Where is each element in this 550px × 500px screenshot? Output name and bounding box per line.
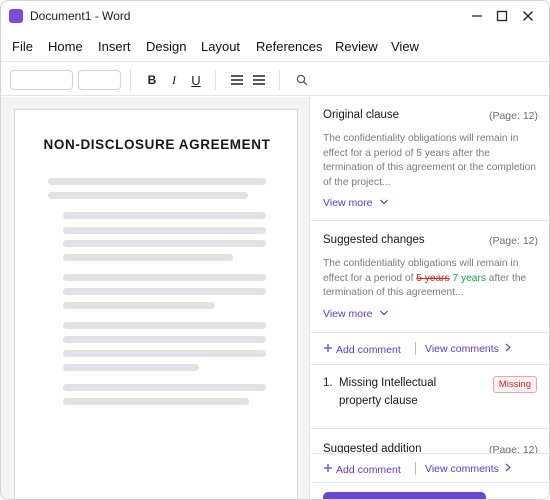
card-divider [311, 220, 549, 221]
card-divider [311, 364, 549, 365]
card-divider [311, 428, 549, 429]
plus-icon [324, 464, 332, 472]
menu-view[interactable]: View [391, 39, 419, 54]
text-placeholder-line [63, 254, 233, 261]
text-placeholder-line [63, 322, 266, 329]
text-placeholder-line [63, 227, 266, 234]
document-canvas[interactable]: NON-DISCLOSURE AGREEMENT [1, 97, 310, 499]
view-comments-button[interactable]: View comments [425, 343, 512, 355]
text-placeholder-line [48, 192, 248, 199]
toolbar-divider [215, 70, 216, 90]
view-more-link[interactable]: View more [323, 197, 389, 209]
text-placeholder-line [63, 398, 249, 405]
menu-file[interactable]: File [12, 39, 33, 54]
menu-layout[interactable]: Layout [201, 39, 240, 54]
add-comment-label: Add comment [336, 464, 401, 476]
minimize-icon[interactable] [467, 6, 487, 26]
view-comments-label: View comments [425, 343, 499, 355]
view-comments-label: View comments [425, 463, 499, 475]
chevron-down-icon [380, 199, 389, 205]
page-reference: (Page: 12) [488, 235, 538, 247]
plus-icon [324, 344, 332, 352]
word-window: Document1 - Word File Home Insert Design… [0, 0, 550, 500]
action-separator [415, 342, 416, 355]
menu-bar: File Home Insert Design Layout Reference… [1, 32, 549, 62]
title-bar: Document1 - Word [1, 1, 549, 32]
toolbar-divider [279, 70, 280, 90]
maximize-icon[interactable] [492, 6, 512, 26]
bold-button[interactable]: B [143, 71, 161, 89]
word-app-icon [9, 9, 23, 23]
chevron-right-icon [505, 343, 511, 352]
text-placeholder-line [63, 288, 266, 295]
document-page[interactable]: NON-DISCLOSURE AGREEMENT [14, 109, 298, 499]
menu-insert[interactable]: Insert [98, 39, 131, 54]
text-placeholder-line [63, 302, 215, 309]
issue-number: 1. [323, 377, 333, 389]
text-placeholder-line [63, 384, 266, 391]
comment-actions: Add comment View comments [311, 334, 549, 364]
page-reference: (Page: 12) [488, 110, 538, 122]
chevron-down-icon [380, 310, 389, 316]
text-placeholder-line [63, 274, 266, 281]
suggested-changes-heading: Suggested changes [323, 234, 425, 246]
action-separator [415, 462, 416, 475]
deleted-text: 5 years [416, 272, 450, 284]
view-more-label: View more [323, 197, 373, 209]
menu-design[interactable]: Design [146, 39, 186, 54]
suggested-changes-text: The confidentiality obligations will rem… [323, 258, 527, 298]
view-comments-button[interactable]: View comments [425, 463, 512, 475]
add-comment-label: Add comment [336, 344, 401, 356]
text-placeholder-line [63, 212, 266, 219]
add-comment-button[interactable]: Add comment [323, 463, 401, 476]
italic-button[interactable]: I [165, 71, 183, 89]
primary-action-button[interactable] [323, 492, 486, 499]
original-clause-text: The confidentiality obligations will rem… [323, 133, 536, 188]
align-left-icon[interactable] [228, 71, 246, 89]
menu-home[interactable]: Home [48, 39, 83, 54]
original-clause-heading: Original clause [323, 109, 400, 121]
align-justify-icon[interactable] [250, 71, 268, 89]
text-placeholder-line [63, 240, 266, 247]
close-icon[interactable] [518, 6, 538, 26]
text-placeholder-line [63, 336, 266, 343]
review-panel: Original clause (Page: 12) The confident… [311, 97, 549, 499]
chevron-right-icon [505, 463, 511, 472]
window-title: Document1 - Word [30, 9, 131, 23]
menu-references[interactable]: References [256, 39, 322, 54]
menu-review[interactable]: Review [335, 39, 378, 54]
text-placeholder-line [63, 364, 199, 371]
comment-actions: Add comment View comments [311, 453, 549, 483]
toolbar-divider [130, 70, 131, 90]
document-title: NON-DISCLOSURE AGREEMENT [43, 137, 271, 152]
underline-button[interactable]: U [187, 71, 205, 89]
formatting-toolbar: B I U [1, 63, 549, 96]
missing-badge: Missing [492, 376, 537, 393]
missing-clause-text: Missing Intellectual property clause [339, 377, 437, 407]
text-placeholder-line [63, 350, 266, 357]
font-family-select[interactable] [10, 70, 73, 90]
text-placeholder-line [48, 178, 266, 185]
card-divider [311, 332, 549, 333]
search-icon[interactable] [293, 71, 311, 89]
view-more-label: View more [323, 308, 373, 320]
font-size-select[interactable] [78, 70, 121, 90]
inserted-text: 7 years [452, 272, 486, 284]
view-more-link[interactable]: View more [323, 308, 389, 320]
add-comment-button[interactable]: Add comment [323, 343, 401, 356]
